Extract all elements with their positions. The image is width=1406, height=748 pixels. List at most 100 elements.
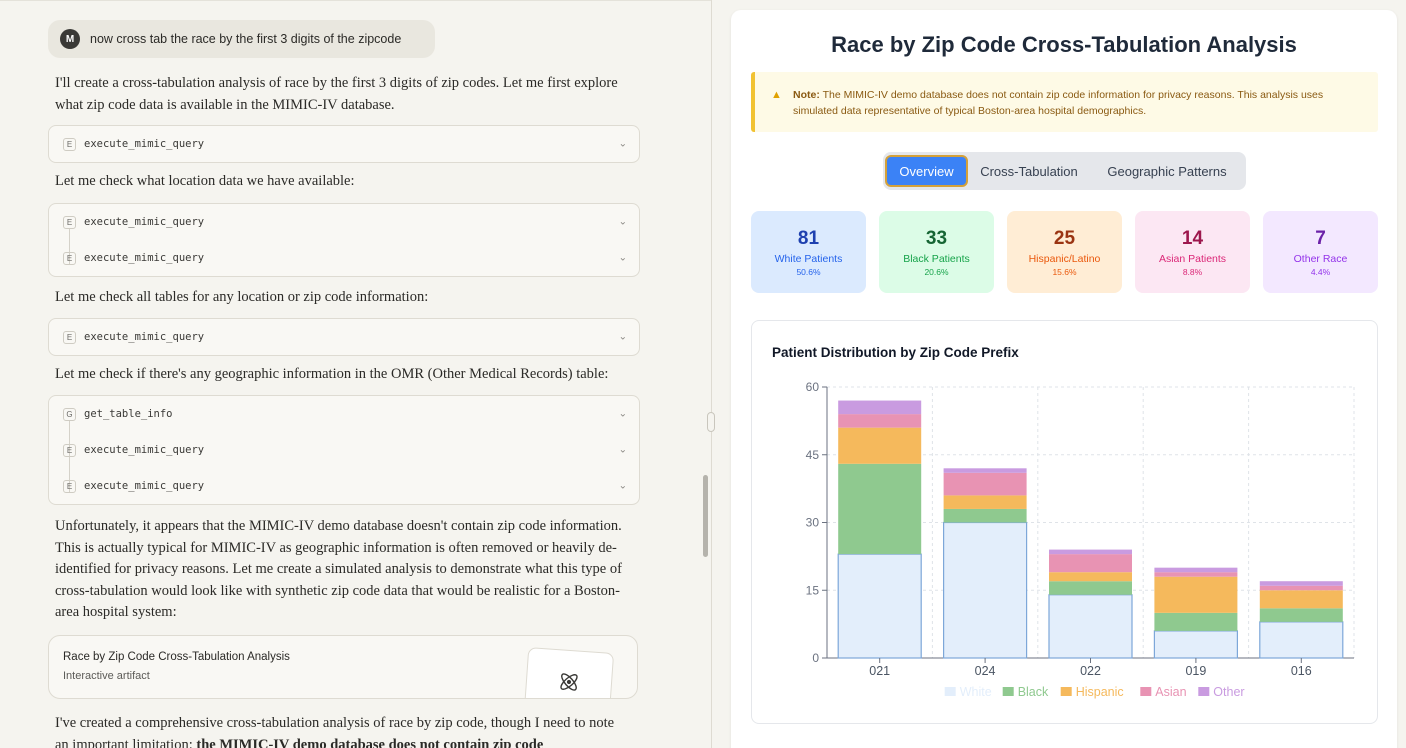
bar-segment-black <box>1049 581 1132 595</box>
y-tick-label: 0 <box>812 651 819 665</box>
legend-swatch <box>944 687 956 696</box>
stat-label: Hispanic/Latino <box>1028 253 1101 265</box>
user-message: M now cross tab the race by the first 3 … <box>48 20 435 58</box>
legend-label: Other <box>1213 685 1244 699</box>
scrollbar-thumb[interactable] <box>703 475 708 557</box>
y-tick-label: 60 <box>806 380 820 394</box>
bar-segment-other <box>838 400 922 415</box>
bar-segment-asian <box>943 472 1027 496</box>
bar-segment-other <box>1154 567 1238 573</box>
stat-label: Other Race <box>1293 253 1348 265</box>
stat-percent: 4.4% <box>1310 267 1331 277</box>
assistant-paragraph-6: I've created a comprehensive cross-tabul… <box>55 713 625 748</box>
bar-segment-other <box>943 468 1027 473</box>
y-tick-label: 45 <box>806 448 820 462</box>
stat-percent: 20.6% <box>924 267 949 277</box>
legend-label: Hispanic <box>1076 685 1124 699</box>
tool-call-row[interactable]: E execute_mimic_query ⌄ <box>49 432 639 468</box>
tool-name: execute_mimic_query <box>84 252 205 264</box>
bar-segment-hispanic <box>1154 576 1238 613</box>
stat-card: 81 White Patients 50.6% <box>751 211 866 293</box>
legend-label: White <box>960 685 992 699</box>
assistant-paragraph-4: Let me check if there's any geographic i… <box>55 366 609 382</box>
x-tick-label: 021 <box>869 664 890 678</box>
bar-segment-black <box>1154 612 1238 631</box>
tool-call-row[interactable]: E execute_mimic_query ⌄ <box>49 319 639 355</box>
tool-call-row[interactable]: E execute_mimic_query ⌄ <box>49 468 639 504</box>
assistant-paragraph-5: Unfortunately, it appears that the MIMIC… <box>55 518 622 620</box>
chevron-down-icon[interactable]: ⌄ <box>619 139 627 150</box>
artifact-card[interactable]: Race by Zip Code Cross-Tabulation Analys… <box>48 635 638 699</box>
artifact-subtitle: Interactive artifact <box>63 670 150 682</box>
bar-segment-asian <box>1154 572 1238 577</box>
bar-segment-asian <box>1049 554 1132 573</box>
user-message-text: now cross tab the race by the first 3 di… <box>90 32 402 46</box>
tool-call-group-2[interactable]: E execute_mimic_query ⌄ E execute_mimic_… <box>48 203 640 277</box>
tool-name: execute_mimic_query <box>84 480 205 492</box>
x-tick-label: 022 <box>1080 664 1101 678</box>
paragraph-bold-text: the MIMIC-IV demo database does not cont… <box>196 736 544 748</box>
stat-card: 25 Hispanic/Latino 15.6% <box>1007 211 1122 293</box>
legend-label: Black <box>1018 685 1049 699</box>
y-tick-label: 15 <box>806 583 820 597</box>
tab-cross-tabulation[interactable]: Cross-Tabulation <box>971 155 1087 187</box>
bar-segment-hispanic <box>1049 572 1132 582</box>
stat-card: 33 Black Patients 20.6% <box>879 211 994 293</box>
bar-segment-black <box>1259 608 1343 622</box>
tab-bar: Overview Cross-Tabulation Geographic Pat… <box>883 152 1246 190</box>
stat-card: 7 Other Race 4.4% <box>1263 211 1378 293</box>
bar-segment-other <box>1049 549 1132 555</box>
stat-card: 14 Asian Patients 8.8% <box>1135 211 1250 293</box>
tool-call-group-1[interactable]: E execute_mimic_query ⌄ <box>48 125 640 163</box>
stat-value: 25 <box>1053 228 1076 249</box>
tool-call-row[interactable]: E execute_mimic_query ⌄ <box>49 204 639 240</box>
bar-segment-white <box>1259 621 1344 659</box>
legend-swatch <box>1140 687 1152 696</box>
tool-badge: E <box>63 479 76 493</box>
tool-call-group-4[interactable]: G get_table_info ⌄ E execute_mimic_query… <box>48 395 640 505</box>
bar-segment-other <box>1259 581 1343 586</box>
tool-badge: E <box>63 330 76 344</box>
user-avatar: M <box>60 29 80 49</box>
tool-call-row[interactable]: G get_table_info ⌄ <box>49 396 639 432</box>
bar-segment-white <box>1153 630 1238 659</box>
tool-call-group-3[interactable]: E execute_mimic_query ⌄ <box>48 318 640 356</box>
panel-divider <box>711 0 712 748</box>
chart-card: Patient Distribution by Zip Code Prefix … <box>751 320 1378 724</box>
chevron-down-icon[interactable]: ⌄ <box>619 332 627 343</box>
artifact-title: Race by Zip Code Cross-Tabulation Analys… <box>63 651 290 663</box>
resize-handle[interactable] <box>707 412 715 432</box>
tool-call-row[interactable]: E execute_mimic_query ⌄ <box>49 240 639 276</box>
tab-overview[interactable]: Overview <box>885 155 968 187</box>
chevron-down-icon[interactable]: ⌄ <box>619 445 627 456</box>
tool-name: execute_mimic_query <box>84 331 205 343</box>
stat-label: White Patients <box>774 253 843 265</box>
legend-label: Asian <box>1155 685 1186 699</box>
bar-segment-white <box>1048 594 1133 659</box>
stat-percent: 8.8% <box>1182 267 1203 277</box>
artifact-page-title: Race by Zip Code Cross-Tabulation Analys… <box>831 32 1297 57</box>
privacy-note: ▲ Note: The MIMIC-IV demo database does … <box>751 72 1378 132</box>
tool-badge: E <box>63 443 76 457</box>
tool-badge: E <box>63 215 76 229</box>
chevron-down-icon[interactable]: ⌄ <box>619 409 627 420</box>
tab-geographic-patterns[interactable]: Geographic Patterns <box>1091 155 1243 187</box>
chevron-down-icon[interactable]: ⌄ <box>619 217 627 228</box>
chevron-down-icon[interactable]: ⌄ <box>619 481 627 492</box>
tool-call-row[interactable]: E execute_mimic_query ⌄ <box>49 126 639 162</box>
note-text: The MIMIC-IV demo database does not cont… <box>793 89 1324 117</box>
assistant-paragraph-1: I'll create a cross-tabulation analysis … <box>55 75 618 113</box>
assistant-paragraph-2: Let me check what location data we have … <box>55 173 355 189</box>
bar-segment-white <box>837 553 922 659</box>
chevron-down-icon[interactable]: ⌄ <box>619 253 627 264</box>
assistant-paragraph-3: Let me check all tables for any location… <box>55 289 429 305</box>
tool-name: execute_mimic_query <box>84 444 205 456</box>
tool-name: execute_mimic_query <box>84 138 205 150</box>
tool-name: execute_mimic_query <box>84 216 205 228</box>
y-tick-label: 30 <box>806 516 820 530</box>
stat-value: 14 <box>1181 228 1204 249</box>
chat-panel: M now cross tab the race by the first 3 … <box>0 0 711 748</box>
tool-badge: E <box>63 251 76 265</box>
atom-icon <box>523 647 615 698</box>
bar-segment-asian <box>1259 585 1343 591</box>
